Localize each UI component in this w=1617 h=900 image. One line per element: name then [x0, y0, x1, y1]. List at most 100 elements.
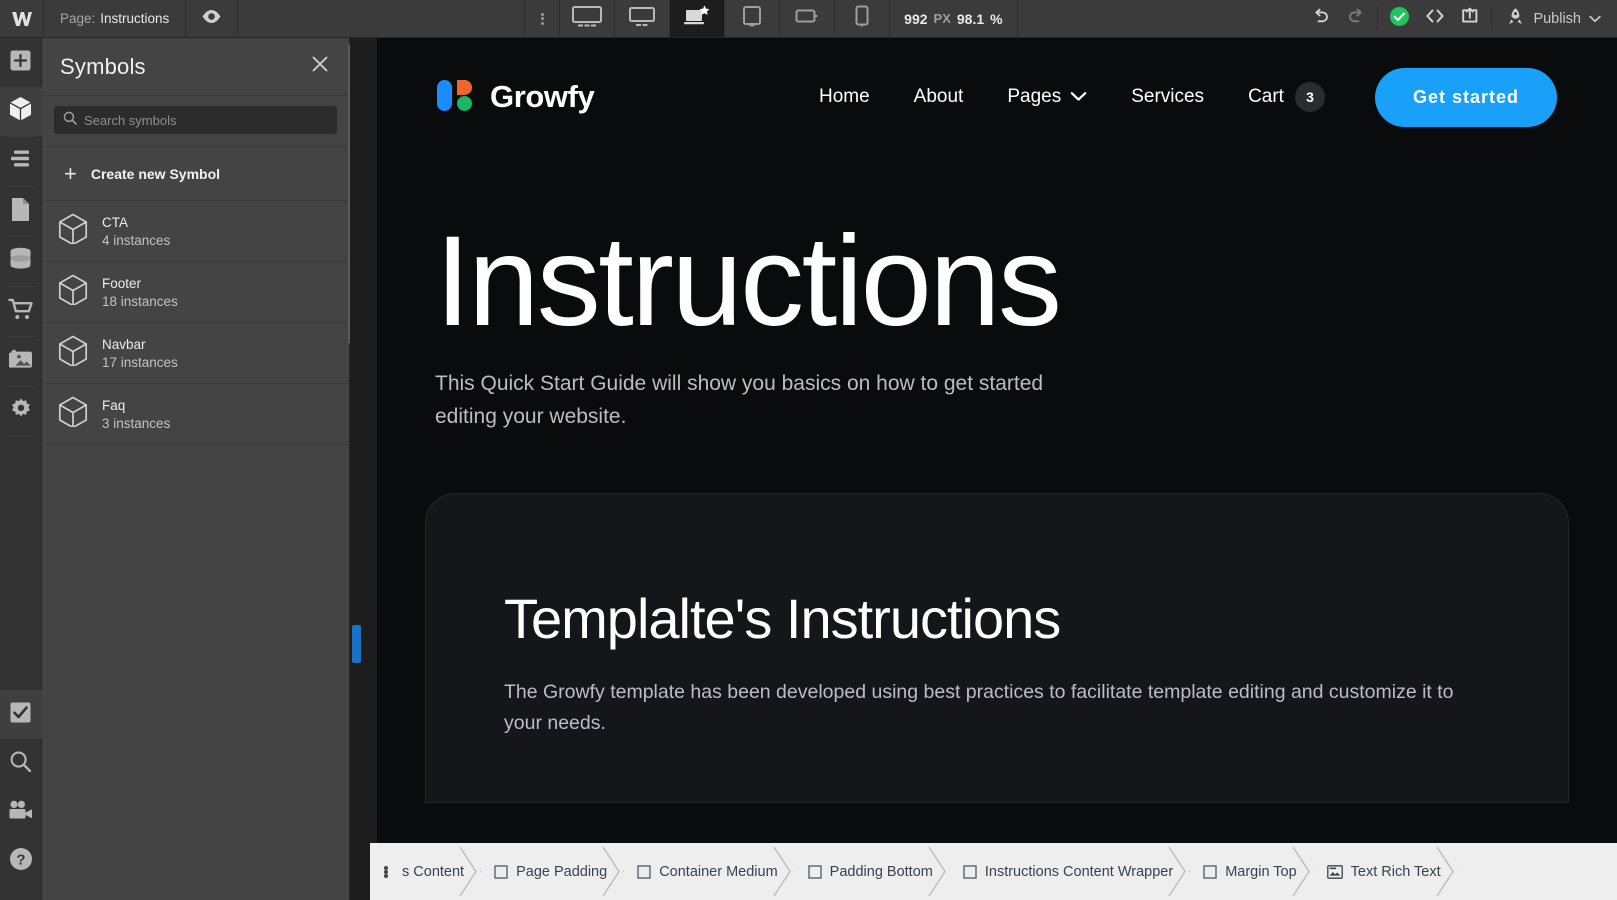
rail-audit[interactable] [0, 690, 42, 739]
breakpoint-base[interactable] [670, 0, 726, 37]
search-input[interactable] [84, 112, 328, 128]
monitor-icon [629, 6, 656, 32]
nav-link-about[interactable]: About [892, 86, 986, 108]
get-started-button[interactable]: Get started [1374, 67, 1557, 127]
breakpoint-mobile-landscape[interactable] [780, 0, 836, 37]
breadcrumb-overflow-button[interactable] [370, 865, 400, 878]
rail-pages[interactable] [0, 187, 42, 236]
symbols-search-wrapper [42, 96, 349, 147]
nav-link-label: Services [1131, 86, 1205, 107]
symbol-name: CTA [102, 214, 128, 230]
symbol-list-item[interactable]: Navbar 17 instances [42, 323, 349, 384]
rail-symbols[interactable] [0, 87, 42, 136]
breadcrumb-label: Instructions Content Wrapper [984, 863, 1174, 880]
rocket-icon [1506, 7, 1525, 30]
rail-settings[interactable] [0, 387, 42, 436]
zoom-unit: % [990, 10, 1003, 27]
symbol-list-item[interactable]: Faq 3 instances [42, 384, 349, 445]
symbol-name: Footer [102, 275, 142, 291]
symbols-panel-empty-area [42, 445, 349, 900]
block-square-icon [807, 864, 822, 879]
webflow-logo-button[interactable] [0, 0, 44, 37]
rail-ecommerce[interactable] [0, 287, 42, 336]
symbol-meta: CTA 4 instances [102, 215, 170, 248]
breadcrumb-item[interactable]: Page Padding [480, 843, 623, 900]
rail-assets[interactable] [0, 337, 42, 386]
eye-preview-icon [201, 9, 222, 29]
video-camera-icon [8, 800, 34, 826]
plus-square-icon [9, 49, 32, 77]
undo-button[interactable] [1303, 0, 1338, 37]
webflow-logo-icon [11, 10, 33, 28]
mobile-portrait-icon [854, 5, 870, 32]
cube-symbols-icon [8, 96, 33, 127]
hero-section: Instructions This Quick Start Guide will… [377, 156, 1617, 433]
breakpoint-tablet[interactable] [725, 0, 781, 37]
toolbar-divider [1377, 7, 1379, 30]
site-brand[interactable]: Growfy [435, 74, 595, 121]
toolbar-more-button[interactable] [524, 0, 561, 37]
page-name: Instructions [100, 11, 170, 26]
element-breadcrumb-bar: s Content Page Padding Container Medium [370, 843, 1617, 900]
search-magnifier-icon [63, 111, 77, 130]
publish-button[interactable]: Publish [1496, 0, 1617, 37]
chevron-down-icon [1589, 11, 1601, 27]
breadcrumb-separator-icon [1291, 843, 1313, 900]
breadcrumb-item[interactable]: Margin Top [1189, 843, 1312, 900]
preview-toggle-button[interactable] [186, 0, 239, 37]
breadcrumb-label: Page Padding [516, 863, 608, 880]
rail-divider-7 [7, 436, 34, 437]
symbol-instances: 3 instances [102, 415, 171, 431]
create-new-symbol-button[interactable]: + Create new Symbol [42, 147, 349, 201]
page-indicator[interactable]: Page: Instructions [44, 0, 187, 37]
instructions-content-card[interactable]: Templalte's Instructions The Growfy temp… [425, 493, 1569, 804]
breadcrumb-item[interactable]: Container Medium [623, 843, 793, 900]
tablet-icon [742, 5, 762, 32]
rail-cms[interactable] [0, 237, 42, 286]
more-vertical-icon [540, 11, 544, 26]
breakpoint-desktop-xl[interactable] [560, 0, 616, 37]
breadcrumb-item-selected[interactable]: Text Rich Text [1313, 843, 1457, 900]
hero-title: Instructions [435, 210, 1062, 353]
site-navbar[interactable]: Growfy Home About Pages Services Cart 3 … [377, 38, 1617, 156]
search-box[interactable] [54, 106, 337, 134]
block-square-icon [963, 864, 977, 879]
breadcrumb-separator-icon [1167, 843, 1189, 900]
breakpoint-desktop[interactable] [615, 0, 671, 37]
save-status-button[interactable] [1382, 0, 1417, 37]
nav-link-cart[interactable]: Cart 3 [1226, 82, 1343, 112]
breadcrumb-item[interactable]: Instructions Content Wrapper [949, 843, 1189, 900]
nav-link-home[interactable]: Home [797, 86, 892, 108]
breadcrumb-item[interactable]: Padding Bottom [794, 843, 949, 900]
symbol-list-item[interactable]: CTA 4 instances [42, 201, 349, 262]
nav-link-services[interactable]: Services [1109, 86, 1226, 108]
rail-add[interactable] [0, 38, 42, 87]
viewport-zoom-indicator[interactable]: 992 PX 98.1 % [890, 0, 1018, 37]
rail-video[interactable] [0, 788, 42, 837]
breadcrumb-label: s Content [402, 863, 465, 880]
canvas-scrollbar-thumb[interactable] [352, 625, 361, 663]
rail-navigator[interactable] [0, 137, 42, 186]
card-body: The Growfy template has been developed u… [504, 680, 1454, 735]
page-label: Page: [60, 11, 96, 26]
breadcrumb-item[interactable]: s Content [400, 843, 480, 900]
search-magnifier-icon [9, 750, 32, 778]
rail-help[interactable]: ? [0, 837, 42, 886]
breakpoint-mobile-portrait[interactable] [835, 0, 891, 37]
saved-check-icon [1389, 6, 1410, 32]
nav-link-pages[interactable]: Pages [985, 86, 1109, 108]
export-button[interactable] [1452, 0, 1487, 37]
card-title: Templalte's Instructions [504, 587, 1061, 651]
left-icon-rail: ? [0, 38, 42, 900]
custom-code-button[interactable] [1417, 0, 1452, 37]
symbol-instances: 17 instances [102, 354, 178, 370]
symbol-list-item[interactable]: Footer 18 instances [42, 262, 349, 323]
close-panel-button[interactable] [309, 56, 331, 78]
toolbar-spacer-left [238, 0, 524, 37]
chevron-down-icon [1070, 86, 1087, 108]
site-canvas[interactable]: Growfy Home About Pages Services Cart 3 … [377, 38, 1617, 848]
redo-button[interactable] [1338, 0, 1373, 37]
hero-subtitle: This Quick Start Guide will show you bas… [435, 372, 1044, 428]
rich-text-icon [1326, 864, 1343, 879]
rail-search[interactable] [0, 739, 42, 788]
